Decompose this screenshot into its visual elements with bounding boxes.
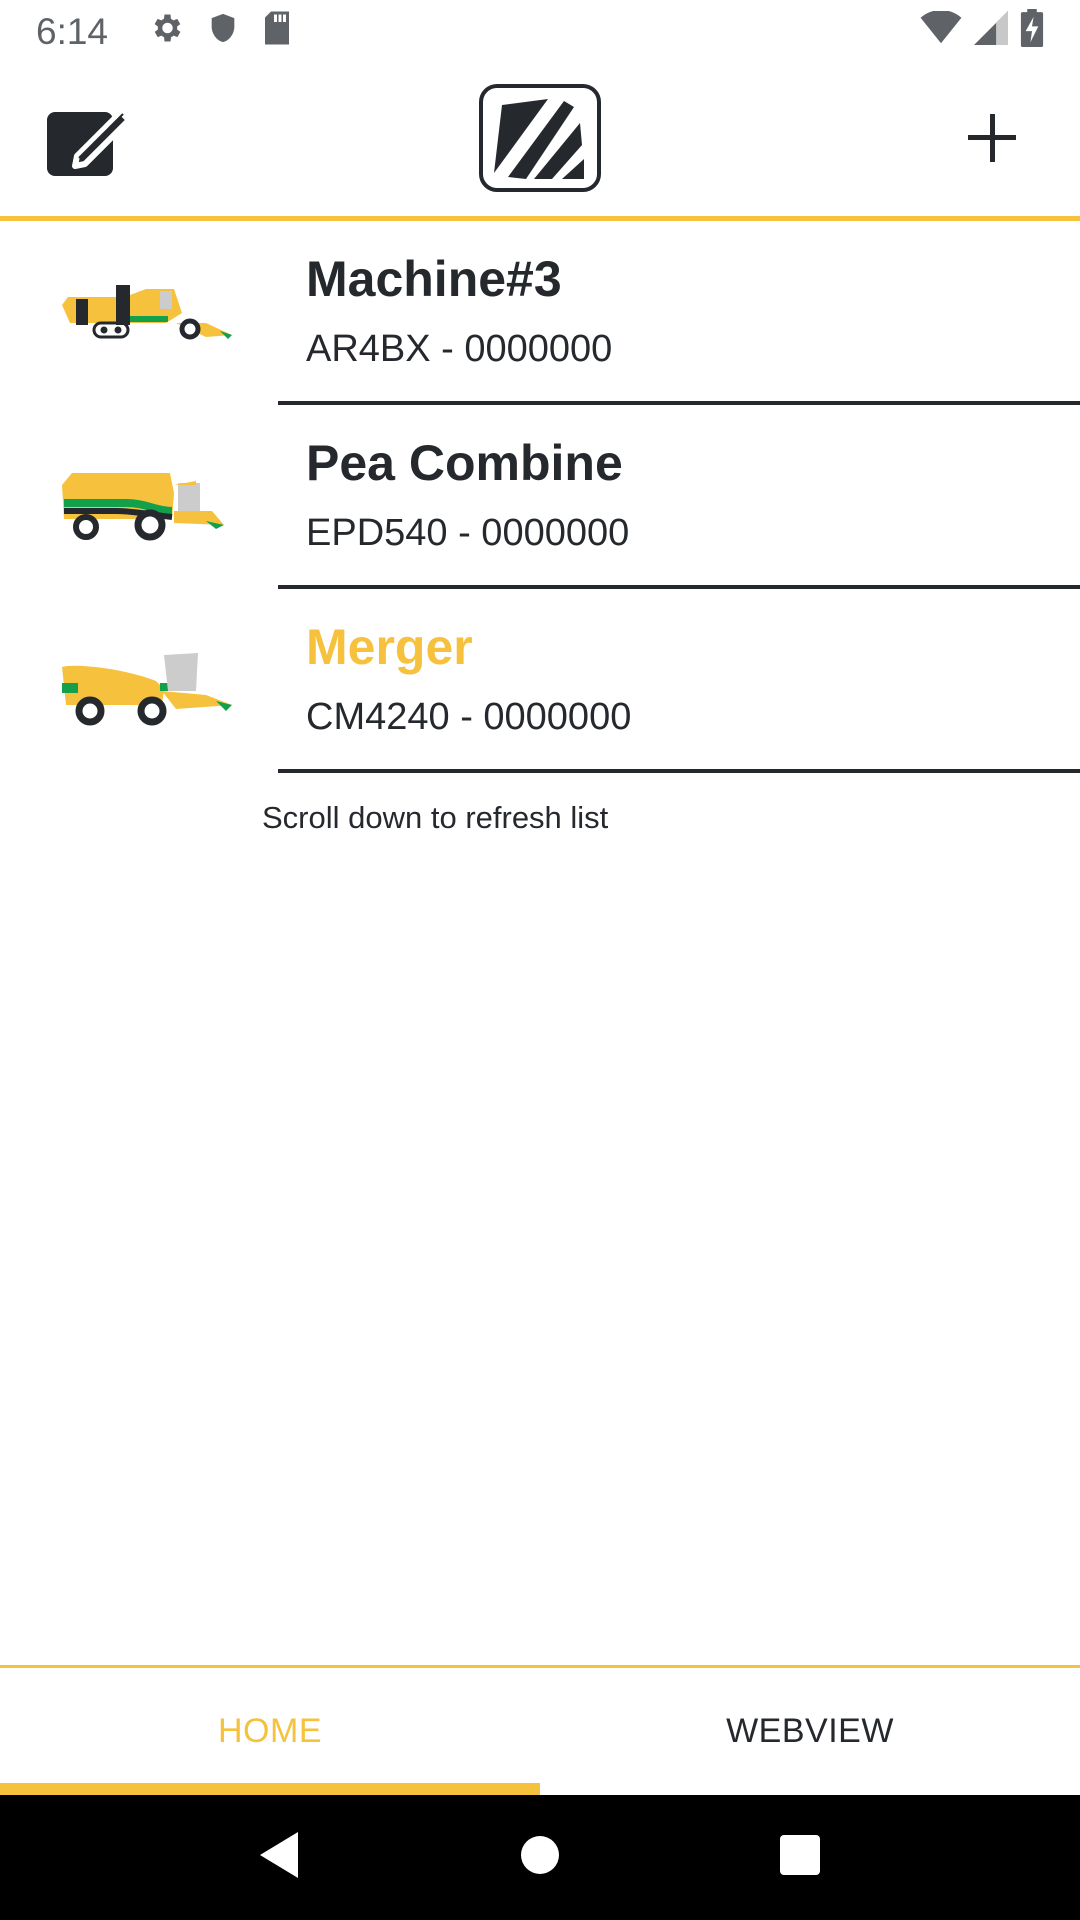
app-bar: [0, 64, 1080, 216]
sd-card-icon: [262, 10, 292, 55]
home-icon: [520, 1835, 560, 1880]
tab-label: WEBVIEW: [726, 1712, 894, 1750]
tracked-harvester-icon: [56, 261, 236, 361]
machine-list: Machine#3 AR4BX - 0000000 Pea Combine EP…: [0, 221, 1080, 773]
edit-button[interactable]: [36, 88, 140, 192]
machine-serial: AR4BX - 0000000: [306, 328, 613, 370]
gear-icon: [148, 10, 184, 55]
list-item[interactable]: Machine#3 AR4BX - 0000000: [0, 221, 1080, 405]
tab-label: HOME: [218, 1712, 322, 1750]
add-machine-button[interactable]: [940, 88, 1044, 192]
bottom-tab-bar: HOME WEBVIEW: [0, 1665, 1080, 1795]
merger-icon: [56, 629, 236, 729]
tab-home[interactable]: HOME: [0, 1668, 540, 1795]
system-nav-bar: [0, 1795, 1080, 1920]
wifi-icon: [920, 9, 962, 54]
tab-webview[interactable]: WEBVIEW: [540, 1668, 1080, 1795]
home-button[interactable]: [500, 1818, 580, 1898]
edit-icon: [45, 98, 132, 183]
back-icon: [258, 1830, 302, 1885]
recents-icon: [779, 1834, 821, 1881]
plus-icon: [964, 110, 1020, 171]
machine-serial: CM4240 - 0000000: [306, 696, 632, 738]
status-time: 6:14: [36, 11, 109, 52]
pea-combine-icon: [56, 445, 236, 545]
status-bar: 6:14: [0, 0, 1080, 64]
machine-serial: EPD540 - 0000000: [306, 512, 630, 554]
machine-name: Machine#3: [306, 251, 562, 307]
back-button[interactable]: [240, 1818, 320, 1898]
list-item[interactable]: Merger CM4240 - 0000000: [0, 589, 1080, 773]
list-item[interactable]: Pea Combine EPD540 - 0000000: [0, 405, 1080, 589]
shield-icon: [206, 10, 240, 55]
tab-indicator: [0, 1783, 540, 1795]
machine-name: Pea Combine: [306, 435, 623, 491]
list-divider: [278, 769, 1080, 773]
recents-button[interactable]: [760, 1818, 840, 1898]
machine-name: Merger: [306, 619, 473, 675]
battery-charging-icon: [1020, 8, 1044, 56]
refresh-hint: Scroll down to refresh list: [262, 800, 609, 835]
brand-logo: [478, 83, 602, 198]
signal-icon: [974, 10, 1008, 54]
